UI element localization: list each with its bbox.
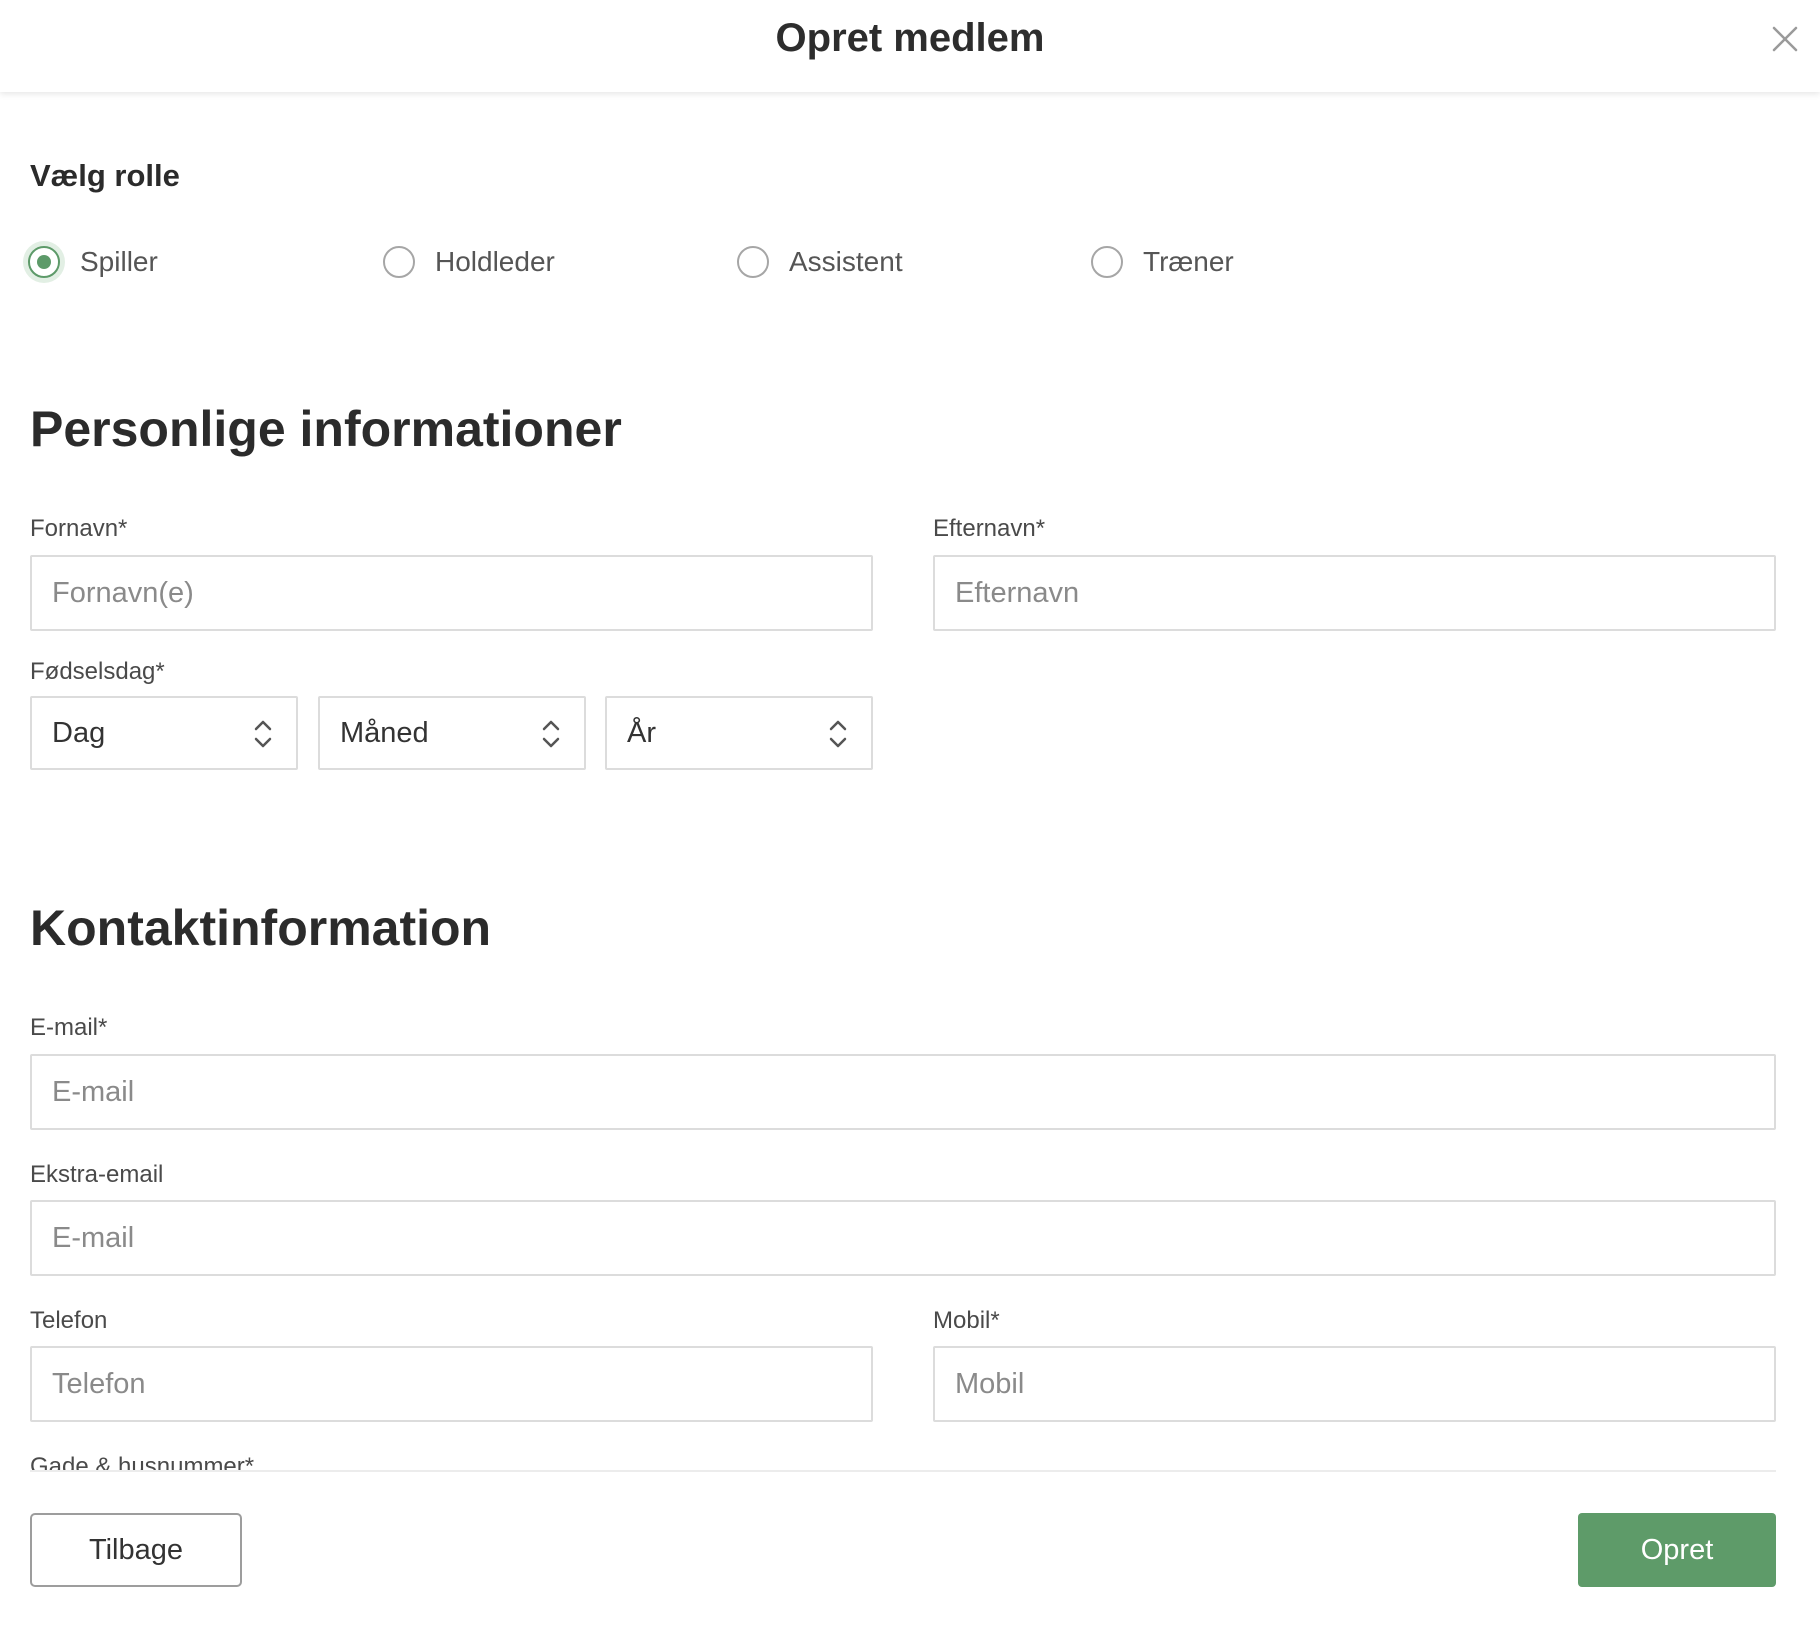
mobile-input[interactable]: [933, 1346, 1776, 1422]
role-option-holdleder[interactable]: Holdleder: [383, 240, 555, 284]
role-option-label: Spiller: [80, 246, 158, 277]
close-icon[interactable]: [1768, 22, 1802, 56]
personal-info-title: Personlige informationer: [30, 401, 622, 457]
email-label: E-mail*: [30, 1014, 108, 1041]
chevron-up-down-icon: [542, 720, 560, 748]
modal-body[interactable]: Vælg rolle Spiller Holdleder Assistent T…: [0, 92, 1820, 1470]
mobile-label: Mobil*: [933, 1307, 1000, 1334]
first-name-label: Fornavn*: [30, 515, 128, 542]
email-input[interactable]: [30, 1054, 1776, 1130]
role-option-traener[interactable]: Træner: [1091, 240, 1234, 284]
back-button[interactable]: Tilbage: [30, 1513, 242, 1587]
select-value: År: [627, 716, 656, 749]
role-option-assistent[interactable]: Assistent: [737, 240, 903, 284]
chevron-up-down-icon: [254, 720, 272, 748]
extra-email-input[interactable]: [30, 1200, 1776, 1276]
last-name-input[interactable]: [933, 555, 1776, 631]
street-label: Gade & husnummer*: [30, 1453, 255, 1470]
contact-info-title: Kontaktinformation: [30, 900, 492, 956]
birthday-year-select[interactable]: År: [605, 696, 873, 770]
chevron-up-down-icon: [829, 720, 847, 748]
extra-email-label: Ekstra-email: [30, 1161, 164, 1188]
radio-unchecked-icon[interactable]: [383, 246, 415, 278]
birthday-month-select[interactable]: Måned: [318, 696, 586, 770]
radio-unchecked-icon[interactable]: [737, 246, 769, 278]
first-name-input[interactable]: [30, 555, 873, 631]
modal-title: Opret medlem: [775, 16, 1045, 60]
role-section-label: Vælg rolle: [30, 158, 180, 193]
birthday-day-select[interactable]: Dag: [30, 696, 298, 770]
footer-divider: [30, 1470, 1776, 1472]
radio-unchecked-icon[interactable]: [1091, 246, 1123, 278]
phone-label: Telefon: [30, 1307, 108, 1334]
create-member-modal: Opret medlem Vælg rolle Spiller Holdlede…: [0, 0, 1820, 1626]
modal-header: Opret medlem: [0, 0, 1820, 92]
select-value: Dag: [52, 716, 106, 749]
role-option-spiller[interactable]: Spiller: [28, 240, 158, 284]
radio-checked-icon[interactable]: [28, 246, 60, 278]
last-name-label: Efternavn*: [933, 515, 1046, 542]
role-option-label: Assistent: [789, 246, 903, 277]
modal-footer: Tilbage Opret: [0, 1470, 1820, 1626]
phone-input[interactable]: [30, 1346, 873, 1422]
select-value: Måned: [340, 716, 429, 749]
role-option-label: Holdleder: [435, 246, 555, 277]
create-button[interactable]: Opret: [1578, 1513, 1776, 1587]
role-option-label: Træner: [1143, 246, 1234, 277]
birthday-label: Fødselsdag*: [30, 658, 165, 685]
